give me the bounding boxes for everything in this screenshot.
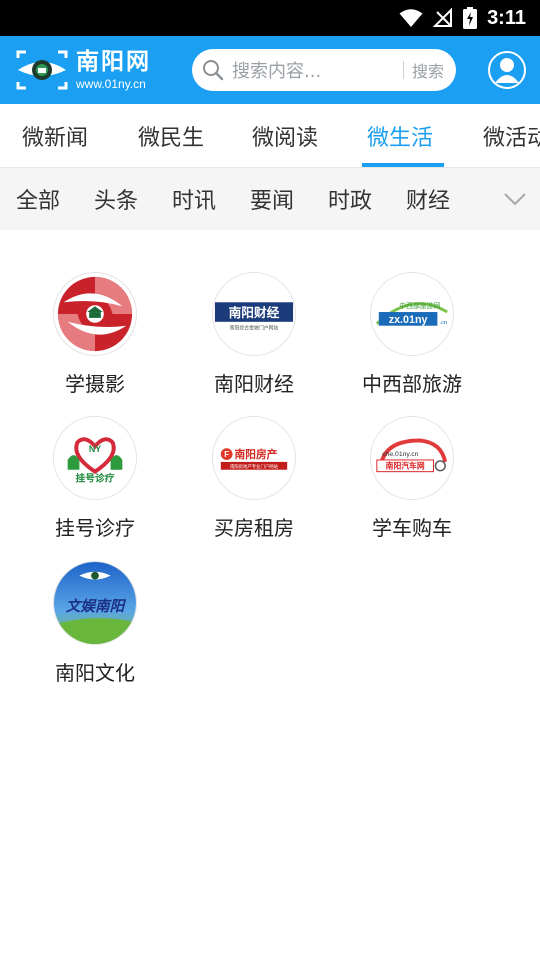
subcategory-label: 头条 [94,189,139,214]
subcategory-finance[interactable]: 财经 [406,168,450,230]
tab-label: 微民生 [138,126,205,151]
tab-life[interactable]: 微生活 [367,104,434,167]
eye-logo-icon [16,50,68,90]
grid-item-photography[interactable]: 学摄影 [20,272,170,397]
finance-logo-subtext: 南阳综合金融门户网站 [230,325,279,332]
grid-item-culture[interactable]: 文娱南阳 南阳文化 [20,561,170,686]
travel-logo-text: zx.01ny [389,314,428,326]
registration-logo-badge: NY [89,444,101,454]
tab-label: 微阅读 [252,126,319,151]
tab-label: 微活动 [483,126,540,151]
chevron-down-icon[interactable] [502,187,528,211]
grid-item-label: 学车购车 [372,516,452,540]
tab-livelihood[interactable]: 微民生 [138,104,205,167]
search-bar[interactable]: 搜索内容... 搜索 [192,49,456,91]
subcategory-headlines[interactable]: 头条 [94,168,138,230]
user-icon [495,58,519,83]
nanyang-culture-logo: 文娱南阳 [53,561,137,645]
search-divider [402,61,404,79]
status-bar: 3:11 [0,0,540,36]
search-icon [203,60,224,81]
subcategory-all[interactable]: 全部 [16,168,60,230]
primary-tabs: 微新闻 微民生 微阅读 微生活 微活动 [0,104,540,168]
logo-title: 南阳网 [76,49,151,75]
grid-item-label: 南阳文化 [55,661,135,685]
registration-logo-text: 挂号诊疗 [76,471,115,484]
grid-item-label: 挂号诊疗 [55,516,135,540]
grid-item-travel[interactable]: 中西部旅游网 zx.01ny .cn 中西部旅游 [337,272,487,397]
tab-activity[interactable]: 微活动 [483,104,540,167]
tab-label: 微生活 [367,126,434,151]
auto-logo-top: che.01ny.cn [382,451,419,458]
logo-url: www.01ny.cn [76,77,146,91]
nanyang-finance-logo: 南阳财经 南阳综合金融门户网站 [212,272,296,356]
grid-item-label: 学摄影 [65,372,125,396]
subcategory-label: 全部 [16,189,61,214]
culture-logo-text: 文娱南阳 [66,598,127,615]
auto-logo-text: 南阳汽车网 [386,461,425,471]
clock: 3:11 [487,6,526,29]
tab-news[interactable]: 微新闻 [22,104,89,167]
battery-charging-icon [463,7,478,29]
hospital-registration-logo: NY 挂号诊疗 [53,416,137,500]
wifi-icon [399,9,423,27]
svg-text:F: F [224,450,229,459]
grid-item-registration[interactable]: NY 挂号诊疗 挂号诊疗 [20,416,170,541]
tab-label: 微新闻 [22,126,89,151]
grid-item-finance[interactable]: 南阳财经 南阳综合金融门户网站 南阳财经 [179,272,329,397]
service-grid: 学摄影 南阳财经 南阳综合金融门户网站 南阳财经 中西部旅游网 zx.01ny … [0,230,540,930]
subcategory-top-news[interactable]: 要闻 [250,168,294,230]
grid-item-auto[interactable]: che.01ny.cn 南阳汽车网 学车购车 [337,416,487,541]
realestate-logo-subtext: 南阳房地产专业门户网站 [230,463,279,470]
app-header: 南阳网 www.01ny.cn 搜索内容... 搜索 [0,36,540,104]
site-logo[interactable]: 南阳网 www.01ny.cn [14,48,184,92]
travel-logo: 中西部旅游网 zx.01ny .cn [370,272,454,356]
tab-reading[interactable]: 微阅读 [252,104,319,167]
grid-item-label: 中西部旅游 [362,372,462,396]
subcategory-label: 时讯 [172,189,217,214]
subcategory-label: 要闻 [250,189,295,214]
subcategory-label: 时政 [328,189,373,214]
photography-icon [53,272,137,356]
travel-logo-suffix: .cn [439,320,447,326]
grid-item-housing[interactable]: F 南阳房产 南阳房地产专业门户网站 买房租房 [179,416,329,541]
nanyang-auto-logo: che.01ny.cn 南阳汽车网 [370,416,454,500]
grid-item-label: 买房租房 [214,516,294,540]
grid-item-label: 南阳财经 [214,372,294,396]
finance-logo-text: 南阳财经 [229,305,280,320]
subcategory-bar: 全部 头条 时讯 要闻 时政 财经 [0,168,540,230]
subcategory-label: 财经 [406,189,451,214]
user-profile-button[interactable] [488,51,526,89]
nanyang-realestate-logo: F 南阳房产 南阳房地产专业门户网站 [212,416,296,500]
realestate-logo-text: 南阳房产 [235,448,278,461]
subcategory-briefs[interactable]: 时讯 [172,168,216,230]
active-tab-indicator [362,163,444,167]
search-button[interactable]: 搜索 [412,58,444,82]
subcategory-politics[interactable]: 时政 [328,168,372,230]
travel-logo-top: 中西部旅游网 [399,301,440,310]
search-input[interactable]: 搜索内容... [232,57,403,83]
no-signal-icon [433,8,453,27]
